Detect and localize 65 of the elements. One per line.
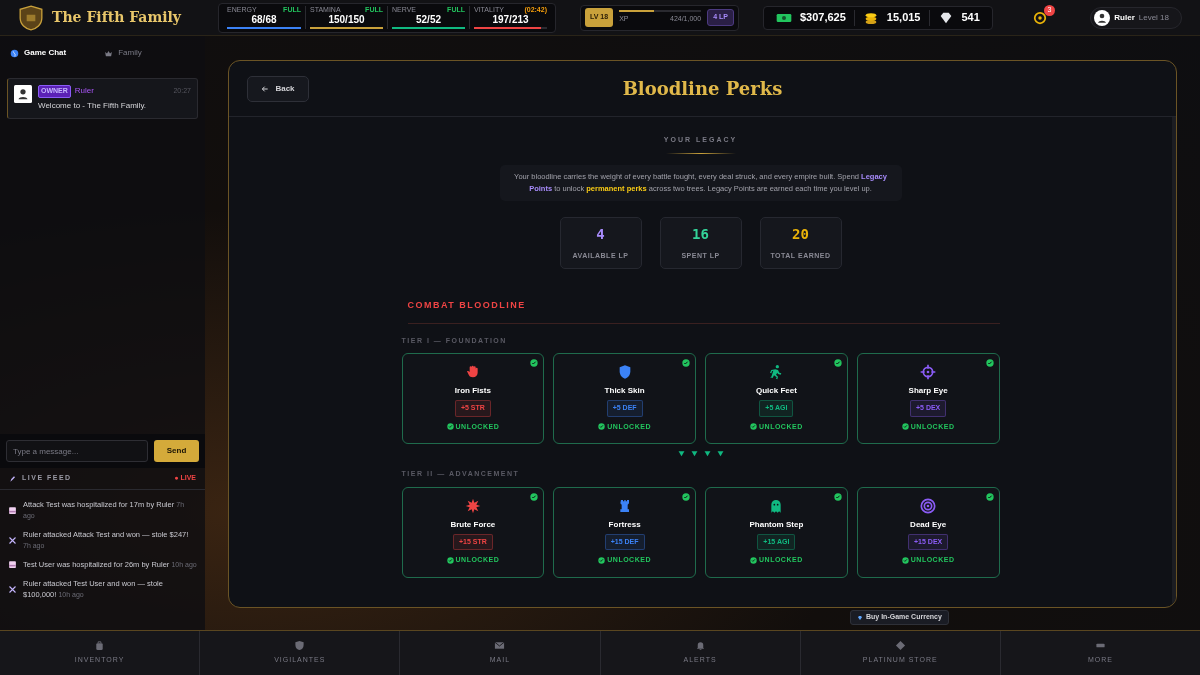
check-circle-icon	[901, 423, 909, 431]
back-arrow-icon	[261, 84, 270, 93]
profile-name: Ruler	[1114, 11, 1135, 24]
profile-level: Level 18	[1138, 11, 1169, 24]
send-button[interactable]: Send	[154, 440, 199, 462]
currency-value: $307,625	[799, 10, 846, 26]
chat-username: Ruler	[74, 85, 94, 98]
perk-name: Fortress	[608, 518, 641, 531]
stat-value: 52/52	[416, 14, 441, 26]
back-button[interactable]: Back	[247, 75, 309, 102]
tree-title: COMBAT BLOODLINE	[407, 299, 526, 310]
check-circle-icon	[833, 359, 842, 367]
shield-icon	[294, 640, 306, 652]
check-circle-icon	[446, 556, 454, 564]
check-circle-icon	[833, 492, 842, 501]
chat-text: Welcome to - The Fifth Family.	[38, 99, 148, 112]
check-circle-icon	[750, 556, 758, 564]
diamond-icon	[857, 614, 863, 621]
perk-name: Thick Skin	[604, 385, 645, 397]
bed-icon	[8, 505, 17, 515]
diamond-icon	[894, 640, 906, 652]
check-circle-icon	[446, 423, 454, 431]
check-circle-icon	[682, 492, 690, 501]
check-circle-icon	[985, 359, 994, 367]
check-circle-icon	[530, 359, 539, 367]
message-input[interactable]: Type a message...	[6, 440, 148, 462]
pen-icon	[9, 474, 17, 483]
check-circle-icon	[750, 423, 758, 431]
perk-name: Sharp Eye	[908, 385, 948, 397]
chat-tab[interactable]: Game Chat	[10, 47, 67, 59]
check-circle-icon	[682, 359, 690, 367]
perk-name: Quick Feet	[755, 385, 797, 397]
stat-value: 150/150	[328, 14, 365, 26]
notification-icon[interactable]	[1032, 10, 1047, 25]
crown-icon	[104, 48, 114, 58]
perk-name: Phantom Step	[749, 518, 804, 531]
stat-value: 68/68	[251, 14, 277, 26]
game-title: The Fifth Family	[52, 8, 181, 27]
perk-name: Brute Force	[450, 518, 496, 531]
globe-icon	[10, 48, 19, 58]
bed-icon	[8, 560, 17, 569]
perk-name: Iron Fists	[454, 385, 491, 397]
profile-pill[interactable]: Ruler Level 18	[1090, 6, 1182, 29]
crossed-swords-icon	[8, 584, 17, 594]
currency-value: 15,015	[886, 10, 921, 26]
check-circle-icon	[901, 556, 909, 564]
crossed-swords-icon	[8, 535, 17, 545]
envelope-icon	[494, 640, 506, 652]
perk-name: Dead Eye	[910, 518, 947, 531]
stat-number: 4	[596, 224, 605, 244]
bell-icon	[694, 640, 706, 652]
check-circle-icon	[985, 492, 994, 501]
stat-number: 16	[692, 224, 709, 244]
chat-tab[interactable]: Family	[104, 47, 142, 59]
stat-value: 197/213	[492, 14, 529, 26]
crest-logo	[18, 3, 44, 32]
avatar-icon	[1094, 9, 1111, 26]
stat-number: 20	[792, 224, 809, 244]
page-title: Bloodline Perks	[622, 77, 783, 101]
backpack-icon	[94, 640, 106, 652]
check-circle-icon	[598, 423, 606, 431]
avatar-icon	[14, 85, 32, 103]
check-circle-icon	[530, 492, 539, 501]
currency-value: 541	[961, 10, 980, 26]
check-circle-icon	[598, 556, 606, 564]
